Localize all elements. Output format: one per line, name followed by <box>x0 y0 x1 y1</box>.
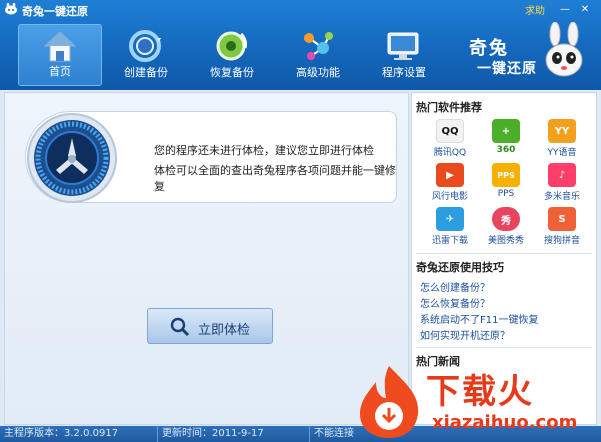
tip-link[interactable]: 怎么创建备份？ <box>420 279 538 295</box>
nav-label: 创建备份 <box>124 66 168 79</box>
software-label: PPS <box>497 189 515 199</box>
software-label: 美图秀秀 <box>487 236 524 246</box>
tip-link[interactable]: 如何实现开机还原？ <box>420 327 538 343</box>
update-time-status: 更新时间：2011-9-17 <box>158 426 310 442</box>
start-checkup-label: 立即体检 <box>198 323 251 338</box>
divider <box>416 253 592 254</box>
software-label: 风行电影 <box>431 192 468 202</box>
checkup-message-primary: 您的程序还未进行体检，建议您立即进行体检 <box>154 144 374 157</box>
speedometer-dial-icon <box>27 113 117 203</box>
music-note-icon: ♪ <box>548 163 576 187</box>
flame-logo-icon <box>360 366 419 438</box>
bird-icon: ✈ <box>436 207 464 231</box>
sogou-icon: S <box>548 207 576 231</box>
magnifier-icon <box>170 317 190 337</box>
software-sogou[interactable]: S 搜狗拼音 <box>534 207 590 247</box>
nav-home[interactable]: 首页 <box>18 24 102 86</box>
nav-label: 首页 <box>49 65 71 78</box>
nav-advanced[interactable]: 高级功能 <box>276 24 360 86</box>
software-label: YY语音 <box>547 148 577 158</box>
checkup-message-secondary: 体检可以全面的查出奇兔程序各项问题并能一键修复 <box>154 164 396 193</box>
software-funshion[interactable]: ▶ 风行电影 <box>422 163 478 203</box>
software-label: 腾讯QQ <box>433 148 467 158</box>
help-link[interactable]: 求助 <box>525 2 545 17</box>
tips-list: 怎么创建备份？ 怎么恢复备份？ 系统启动不了F11一键恢复 如何实现开机还原？ <box>420 279 538 343</box>
rabbit-mascot-icon <box>545 22 583 77</box>
nav-restore-backup[interactable]: 恢复备份 <box>190 24 274 86</box>
hot-software-title: 热门软件推荐 <box>416 101 482 114</box>
meitu-icon: 秀 <box>492 207 520 231</box>
software-360[interactable]: + 360 <box>478 119 534 159</box>
version-status: 主程序版本：3.2.0.0917 <box>0 426 158 442</box>
monitor-icon <box>387 32 419 60</box>
close-button[interactable]: ✕ <box>577 3 593 16</box>
software-label: 360 <box>496 145 516 155</box>
watermark-text: 下载火 <box>426 372 534 412</box>
brand-name: 奇兔 <box>469 38 509 59</box>
restore-icon <box>216 31 247 61</box>
molecule-icon <box>304 32 333 60</box>
window-title: 奇兔一键还原 <box>22 5 88 18</box>
watermark: 下载火 xiazaihuo.com <box>350 360 601 442</box>
yy-bear-icon: YY <box>548 119 576 143</box>
window-controls: 求助 — ✕ <box>525 2 593 17</box>
nav-label: 高级功能 <box>296 66 340 79</box>
software-label: 迅雷下载 <box>431 236 468 246</box>
software-pps[interactable]: PPS PPS <box>478 163 534 203</box>
header: 奇兔一键还原 求助 — ✕ 首页 创建备份 恢复备份 高级功能 程序设置 奇兔 … <box>0 0 601 90</box>
watermark-url: xiazaihuo.com <box>432 412 578 433</box>
plus-icon: + <box>492 119 520 143</box>
software-xunlei[interactable]: ✈ 迅雷下载 <box>422 207 478 247</box>
software-meitu[interactable]: 秀 美图秀秀 <box>478 207 534 247</box>
brand-tagline: 一键还原 <box>477 61 537 77</box>
rabbit-app-icon <box>5 3 17 15</box>
tip-link[interactable]: 系统启动不了F11一键恢复 <box>420 311 538 327</box>
nav-label: 恢复备份 <box>210 66 254 79</box>
house-icon <box>43 31 77 62</box>
tips-title: 奇兔还原使用技巧 <box>416 261 504 274</box>
software-yy[interactable]: YY YY语音 <box>534 119 590 159</box>
minimize-button[interactable]: — <box>557 3 573 16</box>
software-grid: QQ 腾讯QQ + 360 YY YY语音 ▶ 风行电影 PPS PPS ♪ 多… <box>422 119 590 247</box>
main-nav: 首页 创建备份 恢复备份 高级功能 程序设置 <box>18 24 448 86</box>
main-panel: 您的程序还未进行体检，建议您立即进行体检 体检可以全面的查出奇兔程序各项问题并能… <box>4 92 409 425</box>
start-checkup-button[interactable]: 立即体检 <box>147 308 273 344</box>
software-label: 多米音乐 <box>543 192 580 202</box>
checkup-panel: 您的程序还未进行体检，建议您立即进行体检 体检可以全面的查出奇兔程序各项问题并能… <box>25 111 397 203</box>
brand-logo: 奇兔 一键还原 <box>469 22 589 84</box>
nav-label: 程序设置 <box>382 66 426 79</box>
software-qq[interactable]: QQ 腾讯QQ <box>422 119 478 159</box>
nav-create-backup[interactable]: 创建备份 <box>104 24 188 86</box>
software-duomi[interactable]: ♪ 多米音乐 <box>534 163 590 203</box>
backup-icon <box>129 30 161 62</box>
nav-settings[interactable]: 程序设置 <box>362 24 446 86</box>
pps-icon: PPS <box>492 163 520 187</box>
penguin-icon: QQ <box>436 119 464 143</box>
tip-link[interactable]: 怎么恢复备份？ <box>420 295 538 311</box>
software-label: 搜狗拼音 <box>543 236 580 246</box>
divider <box>416 347 592 348</box>
play-icon: ▶ <box>436 163 464 187</box>
